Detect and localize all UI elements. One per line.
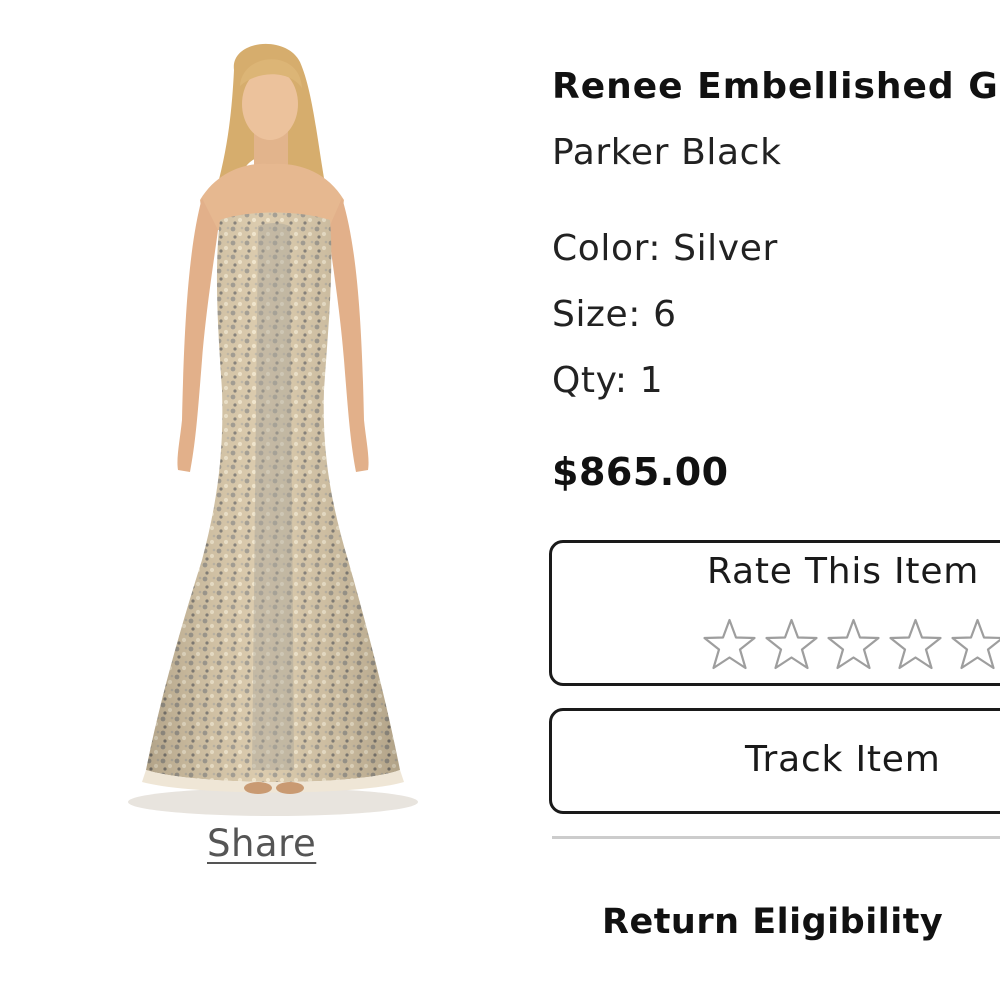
brand-name: Parker Black [552,132,782,173]
product-image[interactable] [118,30,428,820]
share-link[interactable]: Share [207,822,316,865]
track-item-button[interactable]: Track Item [549,708,1000,814]
section-divider [552,836,1000,839]
star-outline-icon[interactable] [950,617,1000,673]
gown-model-illustration [128,43,418,816]
product-name: Renee Embellished Gown [552,66,1000,107]
track-item-label: Track Item [745,739,941,780]
rate-item-card: Rate This Item [549,540,1000,686]
product-details: Renee Embellished Gown Parker Black Colo… [549,0,1000,1000]
color-attribute: Color: Silver [552,228,778,269]
order-item-detail: Share Renee Embellished Gown Parker Blac… [0,0,1000,1000]
quantity-attribute: Qty: 1 [552,360,664,401]
star-outline-icon[interactable] [764,617,819,673]
star-rating [702,617,1000,673]
star-outline-icon[interactable] [702,617,757,673]
product-price: $865.00 [552,450,729,494]
star-outline-icon[interactable] [826,617,881,673]
size-attribute: Size: 6 [552,294,677,335]
star-outline-icon[interactable] [888,617,943,673]
rate-item-title: Rate This Item [707,551,980,592]
return-eligibility-link[interactable]: Return Eligibility [602,902,943,942]
